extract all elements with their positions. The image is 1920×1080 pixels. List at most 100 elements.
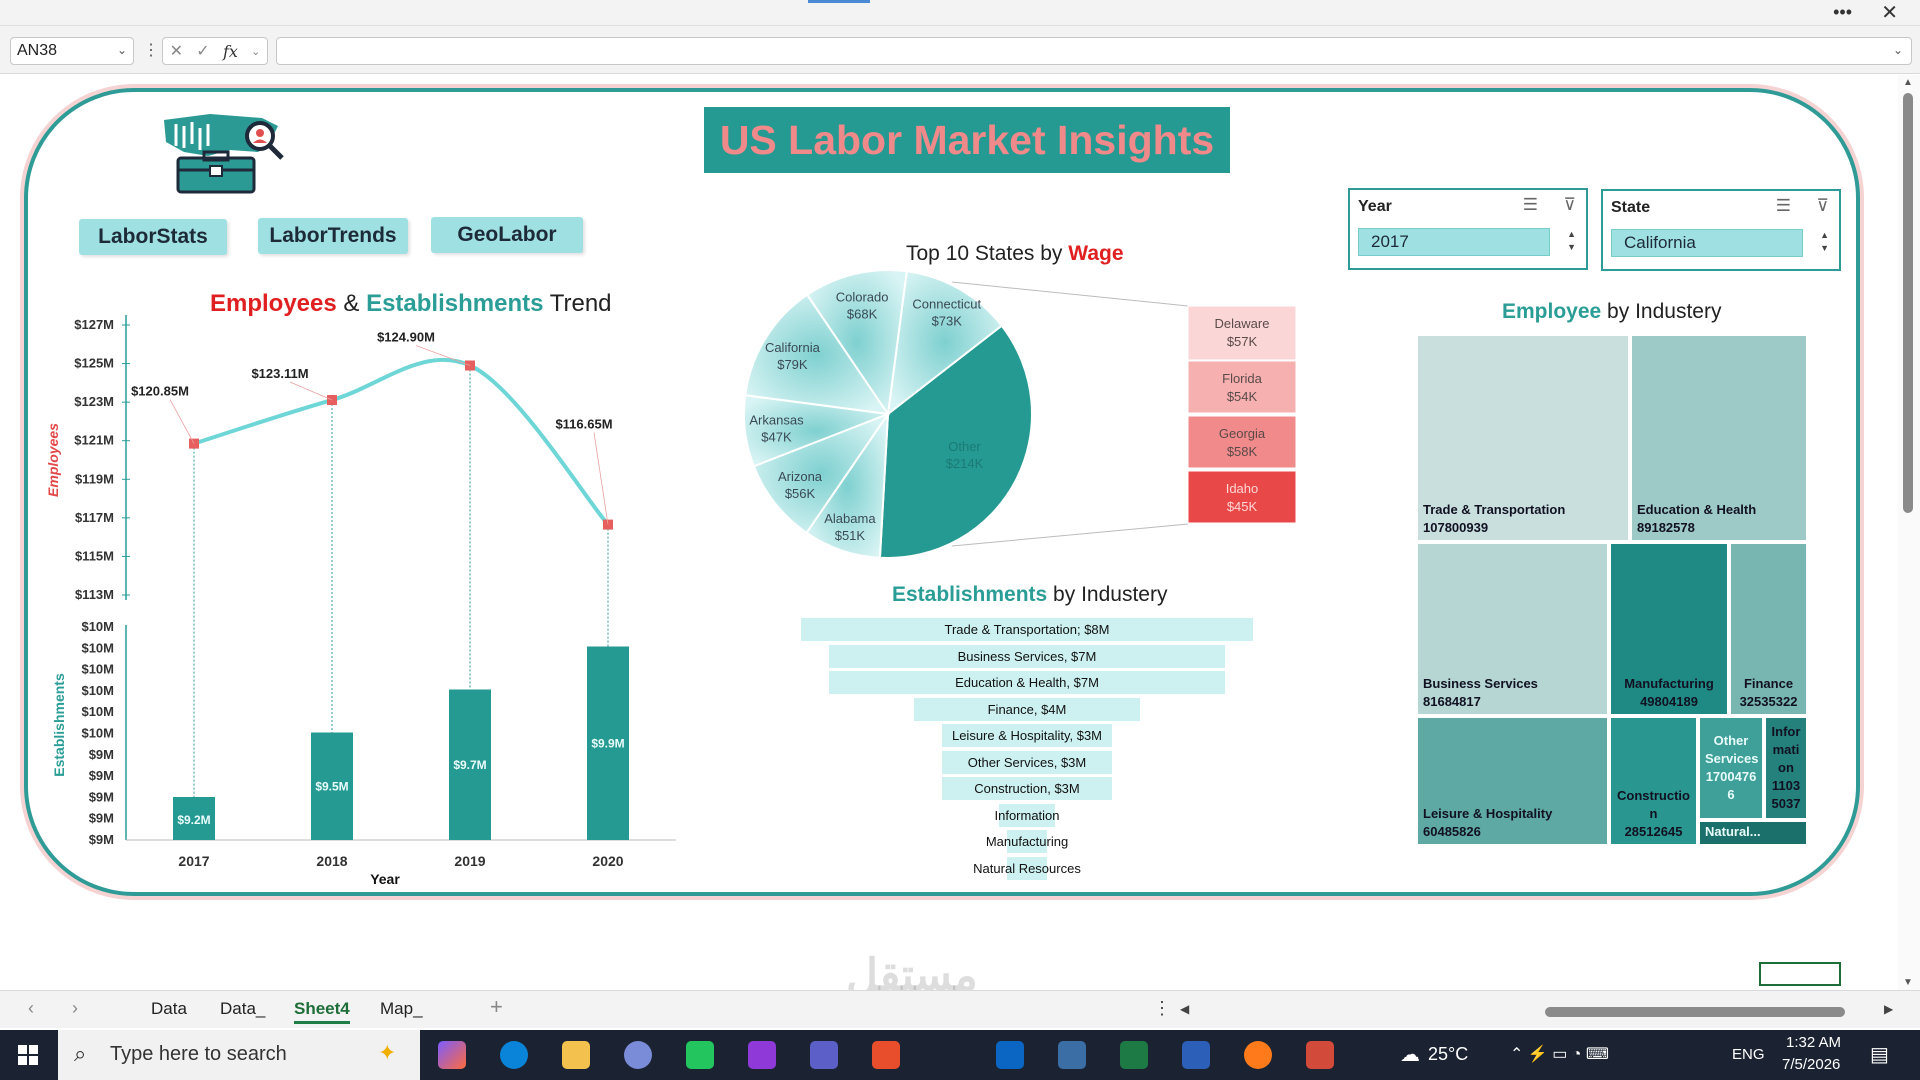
formula-input[interactable]: ⌄ xyxy=(276,37,1912,65)
treemap-tile-label: Education & Health xyxy=(1637,502,1757,517)
tabs-options-icon[interactable]: ⋮ xyxy=(1153,998,1171,1019)
clock-date[interactable]: 7/5/2026 xyxy=(1782,1056,1840,1073)
clear-filter-icon[interactable]: ⊽ xyxy=(1817,196,1829,216)
label-leader xyxy=(169,399,195,444)
weather-icon[interactable]: ☁ xyxy=(1400,1042,1420,1067)
tab-data-underscore[interactable]: Data_ xyxy=(220,999,265,1019)
year-slicer[interactable]: Year ☰ ⊽ 2017 ▲ ▼ xyxy=(1348,188,1588,270)
chevron-down-icon[interactable]: ⌄ xyxy=(117,43,127,57)
treemap-tile-value: 81684817 xyxy=(1423,694,1481,709)
employees-tick-label: $119M xyxy=(75,471,114,486)
excel-icon[interactable] xyxy=(1120,1041,1148,1069)
search-icon: ⌕ xyxy=(74,1041,87,1066)
funnel-chart-title: Establishments by Industery xyxy=(892,583,1167,607)
wage-pie-chart: Connecticut $73K Other $214K Alabama $51K Ariz… xyxy=(743,270,1297,559)
scroll-left-icon[interactable]: ◀ xyxy=(1180,1002,1189,1016)
treemap-tile-value: 1103 5037 xyxy=(1771,778,1801,811)
app-icon-2[interactable] xyxy=(1306,1041,1334,1069)
next-sheet-icon[interactable]: › xyxy=(72,998,78,1019)
funnel-bar-label: Education & Health, $7M xyxy=(955,675,1099,690)
employees-point xyxy=(603,519,613,530)
treemap-tile: Infor mati on 1103 5037 xyxy=(1765,717,1807,819)
selected-cell[interactable] xyxy=(1759,962,1841,986)
establishments-axis-title: Establishments xyxy=(51,673,67,777)
tray-icons[interactable]: ⌃ ⚡ ▭ ◔ ⌨ xyxy=(1510,1044,1609,1064)
close-icon[interactable]: ✕ xyxy=(1881,0,1898,25)
breakout-connector xyxy=(951,281,1189,307)
state-slicer[interactable]: State ☰ ⊽ California ▲ ▼ xyxy=(1601,189,1841,271)
vertical-scrollbar[interactable]: ▲ ▼ xyxy=(1898,75,1920,990)
establishments-tick-label: $9M xyxy=(89,747,114,762)
funnel-bar-label: Leisure & Hospitality, $3M xyxy=(951,728,1103,743)
treemap-tile-value: 32535322 xyxy=(1739,694,1798,709)
funnel-bar-label: Construction, $3M xyxy=(974,781,1080,796)
employees-data-label: $116.65M xyxy=(555,417,612,432)
geolabor-button[interactable]: GeoLabor xyxy=(431,217,583,253)
expand-formula-icon[interactable]: ⌄ xyxy=(1893,43,1903,57)
pie-slice-value: $214K xyxy=(946,456,984,471)
treemap-tile-value: 60485826 xyxy=(1423,824,1481,839)
check-icon[interactable]: ✓ xyxy=(196,41,209,61)
slicer-spin-icon[interactable]: ▲ ▼ xyxy=(1820,229,1829,255)
treemap-tile-value: 89182578 xyxy=(1637,520,1695,535)
other-breakdown-bar xyxy=(1187,305,1297,361)
notifications-icon[interactable]: ▤ xyxy=(1870,1042,1889,1067)
clock-time[interactable]: 1:32 AM xyxy=(1786,1034,1841,1051)
labortrends-button[interactable]: LaborTrends xyxy=(258,218,408,254)
file-explorer-icon[interactable] xyxy=(562,1041,590,1069)
name-box[interactable]: AN38 ⌄ xyxy=(10,37,134,65)
formula-bar: AN38 ⌄ ⋮ ✕ ✓ fx ⌄ ⌄ xyxy=(0,26,1920,74)
language-indicator[interactable]: ENG xyxy=(1732,1046,1765,1063)
treemap-tile-label: Leisure & Hospitality xyxy=(1423,806,1553,821)
tab-sheet4[interactable]: Sheet4 xyxy=(294,999,350,1024)
prev-sheet-icon[interactable]: ‹ xyxy=(28,998,34,1019)
r-icon[interactable] xyxy=(624,1041,652,1069)
laborstats-button[interactable]: LaborStats xyxy=(79,219,227,255)
reader-icon[interactable] xyxy=(872,1041,900,1069)
funnel-bar-label: Other Services, $3M xyxy=(967,754,1087,770)
windows-start-icon[interactable] xyxy=(18,1045,38,1065)
year-slicer-value[interactable]: 2017 xyxy=(1358,228,1550,256)
slicer-spin-icon[interactable]: ▲ ▼ xyxy=(1567,228,1576,254)
multi-select-icon[interactable]: ☰ xyxy=(1776,196,1791,216)
copilot-icon[interactable] xyxy=(438,1041,466,1069)
other-breakdown-label: Idaho xyxy=(1226,481,1259,496)
breakout-connector xyxy=(951,523,1189,547)
tab-map[interactable]: Map_ xyxy=(380,999,423,1019)
insert-function-icon[interactable]: fx xyxy=(223,42,238,61)
temperature[interactable]: 25°C xyxy=(1428,1044,1468,1065)
cancel-icon[interactable]: ✕ xyxy=(170,41,183,61)
scroll-down-icon[interactable]: ▼ xyxy=(1903,977,1913,988)
vertical-dots-icon[interactable]: ⋮ xyxy=(143,40,159,60)
bar-data-label: $9.9M xyxy=(591,736,624,750)
teams-icon[interactable] xyxy=(810,1041,838,1069)
tab-data[interactable]: Data xyxy=(151,999,187,1019)
linkedin-icon[interactable] xyxy=(996,1041,1024,1069)
pycharm-icon[interactable] xyxy=(686,1041,714,1069)
treemap-tile-label: Trade & Transportation xyxy=(1423,502,1566,517)
x-tick-label: 2020 xyxy=(592,853,623,869)
word-icon[interactable] xyxy=(1182,1041,1210,1069)
app-icon[interactable] xyxy=(748,1041,776,1069)
taskbar-search[interactable]: ⌕ Type here to search ✦ xyxy=(58,1030,420,1080)
sql-icon[interactable] xyxy=(1058,1041,1086,1069)
horizontal-scroll-thumb[interactable] xyxy=(1545,1007,1845,1017)
firefox-icon[interactable] xyxy=(1244,1041,1272,1069)
pie-slice-value: $79K xyxy=(777,357,808,372)
add-sheet-icon[interactable]: + xyxy=(490,994,503,1020)
vertical-scroll-thumb[interactable] xyxy=(1903,93,1913,513)
treemap-tile: Other Services 1700476 6 xyxy=(1699,717,1763,819)
chevron-down-icon[interactable]: ⌄ xyxy=(251,45,260,58)
clear-filter-icon[interactable]: ⊽ xyxy=(1564,195,1576,215)
edge-icon[interactable] xyxy=(500,1041,528,1069)
more-options-icon[interactable]: ••• xyxy=(1833,2,1852,23)
funnel-bar: Trade & Transportation; $8M xyxy=(801,618,1253,641)
state-slicer-value[interactable]: California xyxy=(1611,229,1803,257)
scroll-right-icon[interactable]: ▶ xyxy=(1884,1002,1893,1016)
treemap-tile-value: 107800939 xyxy=(1423,520,1489,535)
scroll-up-icon[interactable]: ▲ xyxy=(1903,77,1913,88)
funnel-bar-label: Manufacturing xyxy=(985,834,1069,849)
multi-select-icon[interactable]: ☰ xyxy=(1523,195,1538,215)
active-tab-indicator xyxy=(808,0,870,3)
treemap-tile-value: 49804189 xyxy=(1640,694,1698,709)
